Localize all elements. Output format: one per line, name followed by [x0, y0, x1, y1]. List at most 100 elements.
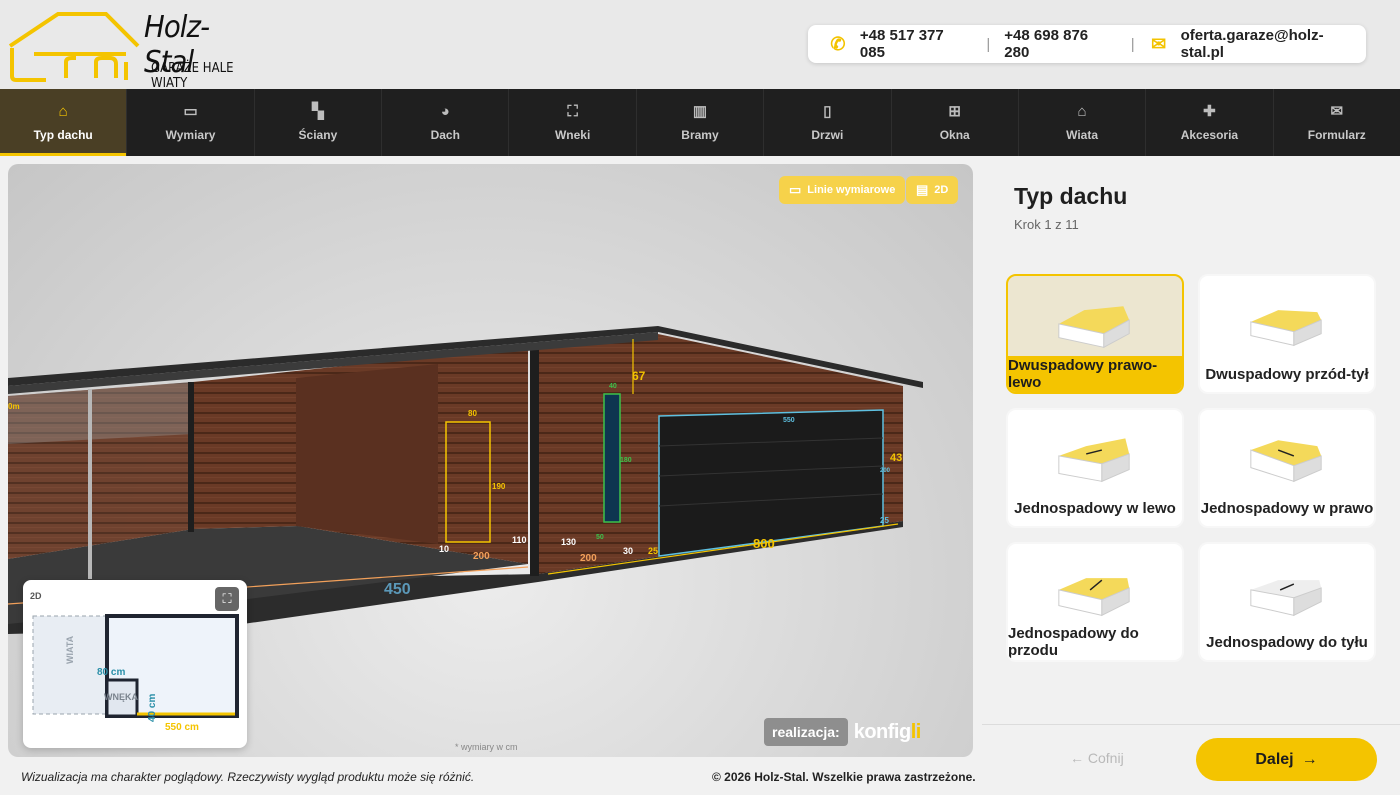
tab-wneki[interactable]: ⛶ Wneki — [509, 89, 637, 156]
puzzle-icon: ✚ — [1203, 103, 1216, 120]
mini-map-plan: WIATA WNĘKA 550 cm 80 cm 40 cm — [32, 614, 239, 733]
roof-shed-left-icon — [1058, 438, 1130, 483]
logo[interactable]: Holz-Stal GARAŻE HALE WIATY — [6, 6, 256, 91]
footer-copyright: © 2026 Holz-Stal. Wszelkie prawa zastrze… — [712, 770, 976, 784]
tab-drzwi[interactable]: ▯ Drzwi — [764, 89, 892, 156]
options-panel: Typ dachu Krok 1 z 11 Dwuspadowy prawo-l… — [982, 164, 1400, 757]
option-label: Jednospadowy do tyłu — [1206, 633, 1368, 651]
3d-viewer[interactable]: 450 800 550 80 190 40 180 67 43 200 200 … — [8, 164, 973, 757]
dim-200b: 200 — [580, 553, 597, 564]
tab-sciany[interactable]: ▚ Ściany — [255, 89, 383, 156]
dim-window-h: 180 — [620, 457, 632, 464]
envelope-icon: ✉ — [1330, 103, 1344, 120]
tab-label: Bramy — [681, 128, 719, 142]
option-jednospadowy-do-tylu[interactable]: Jednospadowy do tyłu — [1198, 542, 1376, 662]
option-label: Dwuspadowy prawo-lewo — [1008, 356, 1182, 392]
dim-roof-height: 67 — [632, 369, 646, 383]
dim-width: 800 — [753, 536, 775, 551]
dimension-lines-button[interactable]: ▭ Linie wymiarowe — [779, 176, 906, 204]
dim-200-side: 200 — [880, 468, 891, 474]
tab-bramy[interactable]: ▥ Bramy — [637, 89, 765, 156]
konfigli-logo: konfigli — [853, 720, 922, 743]
expand-icon: ⛶ — [567, 103, 578, 120]
pillar — [188, 382, 194, 532]
tab-formularz[interactable]: ✉ Formularz — [1274, 89, 1400, 156]
dim-gate: 550 — [783, 417, 795, 424]
tab-label: Okna — [939, 128, 970, 142]
roof-shed-front-icon — [1058, 578, 1130, 617]
roof-gable-lr-icon — [1058, 306, 1130, 349]
realization-label: realizacja: — [764, 718, 848, 746]
option-jednospadowy-w-prawo[interactable]: Jednospadowy w prawo — [1198, 408, 1376, 528]
mini-map-80: 80 cm — [97, 667, 125, 678]
ruler-icon: ▭ — [183, 103, 198, 120]
mini-map-40: 40 cm — [147, 694, 158, 722]
dimension-lines-label: Linie wymiarowe — [807, 184, 896, 196]
tab-label: Wiata — [1066, 128, 1098, 142]
dim-side: 43 — [890, 452, 902, 464]
pillar — [88, 389, 92, 579]
contact-bar: ✆ +48 517 377 085 | +48 698 876 280 | ✉ … — [808, 25, 1366, 63]
option-dwuspadowy-przod-tyl[interactable]: Dwuspadowy przód-tył — [1198, 274, 1376, 394]
tab-label: Wneki — [554, 128, 591, 142]
ruler-icon: ▭ — [789, 182, 802, 197]
dim-window-w: 40 — [609, 383, 617, 390]
phone-icon: ✆ — [830, 33, 846, 54]
phone-1-link[interactable]: +48 517 377 085 — [860, 27, 972, 61]
tab-label: Akcesoria — [1180, 128, 1239, 142]
option-dwuspadowy-prawo-lewo[interactable]: Dwuspadowy prawo-lewo — [1006, 274, 1184, 394]
tab-label: Typ dachu — [33, 128, 93, 142]
footer-disclaimer: Wizualizacja ma charakter poglądowy. Rze… — [21, 770, 475, 784]
dim-door-w: 80 — [468, 409, 477, 418]
option-label: Jednospadowy w prawo — [1200, 499, 1374, 517]
dim-10: 10 — [439, 544, 449, 554]
garage-window[interactable] — [603, 393, 621, 523]
roof-shed-right-icon — [1250, 440, 1322, 483]
tab-wymiary[interactable]: ▭ Wymiary — [127, 89, 255, 156]
carport-recess — [296, 364, 438, 544]
mini-map-width: 550 cm — [165, 722, 199, 733]
window-icon: ⊞ — [948, 103, 961, 120]
back-label: Cofnij — [1087, 750, 1124, 766]
dim-25b: 25 — [880, 516, 889, 525]
step-navigation: ⌂ Typ dachu ▭ Wymiary ▚ Ściany ◕ Dach ⛶ Wneki… — [0, 89, 1400, 156]
tab-label: Formularz — [1307, 128, 1366, 142]
carport-icon: ⌂ — [1077, 103, 1087, 120]
pillar — [530, 346, 539, 576]
view-2d-button[interactable]: ▤ 2D — [906, 176, 959, 204]
header: Holz-Stal GARAŻE HALE WIATY ✆ +48 517 37… — [0, 0, 1400, 91]
mail-icon: ✉ — [1151, 33, 1167, 54]
panel-title: Typ dachu — [1014, 183, 1128, 209]
email-link[interactable]: oferta.garaze@holz-stal.pl — [1181, 27, 1366, 61]
next-button[interactable]: Dalej → — [1196, 738, 1377, 781]
realization-badge: realizacja: konfigli — [764, 718, 921, 746]
option-jednospadowy-w-lewo[interactable]: Jednospadowy w lewo — [1006, 408, 1184, 528]
dim-length: 450 — [384, 581, 411, 598]
gate-icon: ▥ — [692, 103, 708, 120]
panel-divider — [982, 724, 1400, 725]
tab-label: Drzwi — [811, 128, 844, 142]
map-icon: ▤ — [916, 182, 929, 197]
tab-akcesoria[interactable]: ✚ Akcesoria — [1146, 89, 1274, 156]
arrow-right-icon: → — [1301, 750, 1318, 768]
tab-typ-dachu[interactable]: ⌂ Typ dachu — [0, 89, 128, 156]
tab-okna[interactable]: ⊞ Okna — [892, 89, 1019, 156]
dim-110: 110 — [512, 535, 527, 545]
home-icon: ⌂ — [58, 103, 68, 120]
dim-50: 50 — [596, 534, 604, 541]
tab-label: Ściany — [298, 128, 338, 142]
tab-label: Wymiary — [165, 128, 216, 142]
tab-wiata[interactable]: ⌂ Wiata — [1019, 89, 1147, 156]
view-2d-label: 2D — [934, 184, 949, 196]
mini-map-wiata: WIATA — [65, 635, 75, 664]
dim-door-h: 190 — [492, 482, 506, 491]
mini-map-wneka: WNĘKA — [104, 692, 138, 702]
step-counter: Krok 1 z 11 — [1014, 217, 1079, 232]
back-button[interactable]: ← Cofnij — [1070, 750, 1124, 766]
dim-0m: 0m — [8, 402, 20, 411]
phone-2-link[interactable]: +48 698 876 280 — [1004, 27, 1116, 61]
tab-label: Dach — [430, 128, 460, 142]
option-jednospadowy-do-przodu[interactable]: Jednospadowy do przodu — [1006, 542, 1184, 662]
tab-dach[interactable]: ◕ Dach — [382, 89, 510, 156]
mini-map-2d[interactable]: 2D ⛶ WIATA WNĘKA 550 cm 80 cm 40 cm — [23, 580, 247, 748]
